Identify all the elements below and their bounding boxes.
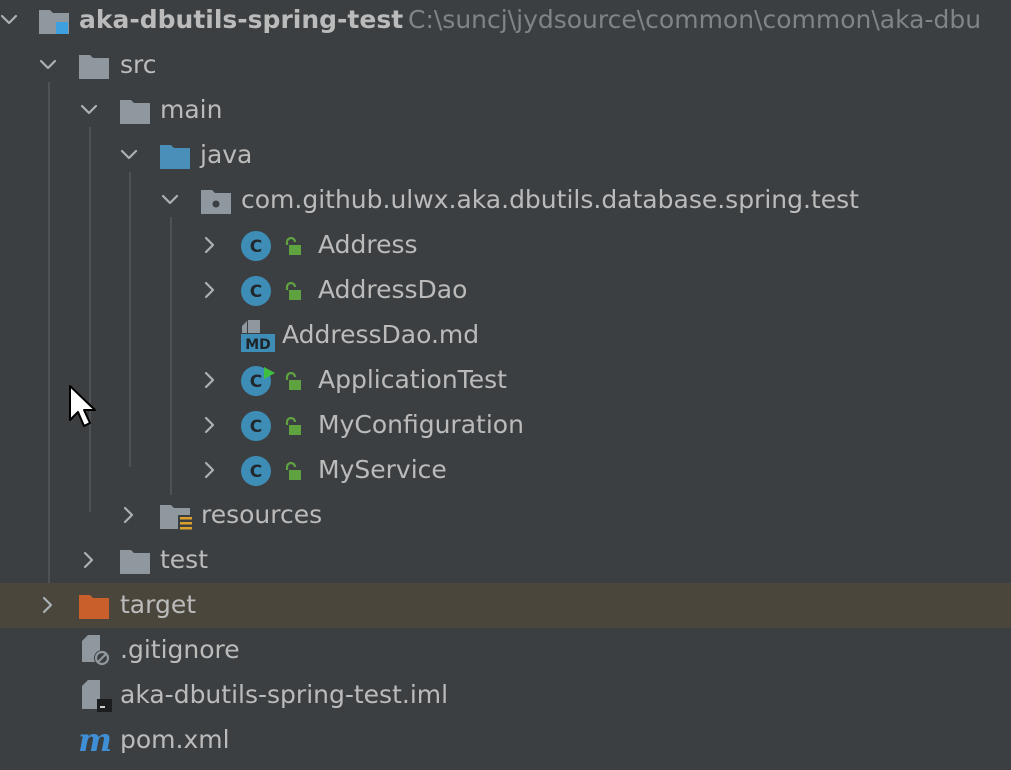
tree-label-main: main [160, 95, 223, 124]
source-folder-icon [159, 141, 191, 171]
tree-row-my-service[interactable]: C MyService [0, 448, 1011, 493]
tree-label-src: src [120, 50, 157, 79]
chevron-right-icon[interactable] [39, 596, 57, 614]
tree-row-package[interactable]: com.github.ulwx.aka.dbutils.database.spr… [0, 178, 1011, 223]
tree-label-address: Address [318, 230, 418, 259]
tree-row-iml-file[interactable]: aka-dbutils-spring-test.iml [0, 673, 1011, 718]
tree-row-project-root[interactable]: aka-dbutils-spring-test C:\suncj\jydsour… [0, 0, 1011, 43]
tree-label-iml-file: aka-dbutils-spring-test.iml [120, 680, 449, 709]
package-icon [201, 190, 231, 214]
svg-text:m: m [78, 723, 112, 757]
class-icon: C [241, 411, 271, 441]
folder-icon [119, 96, 151, 126]
excluded-folder-icon [78, 591, 110, 621]
module-folder-icon [39, 10, 69, 34]
tree-label-java: java [200, 140, 253, 169]
chevron-down-icon[interactable] [39, 56, 57, 74]
project-path: C:\suncj\jydsource\common\common\aka-dbu [408, 5, 982, 34]
resources-folder-icon [160, 505, 193, 532]
tree-label-target: target [120, 590, 197, 619]
lock-icon [281, 371, 301, 391]
lock-icon [281, 416, 301, 436]
svg-text:C: C [250, 462, 262, 482]
chevron-right-icon[interactable] [201, 416, 219, 434]
tree-label-package: com.github.ulwx.aka.dbutils.database.spr… [241, 185, 859, 214]
tree-row-main[interactable]: main [0, 88, 1011, 133]
chevron-right-icon[interactable] [201, 371, 219, 389]
svg-text:C: C [250, 282, 262, 302]
svg-text:C: C [250, 372, 262, 392]
lock-icon [281, 236, 301, 256]
tree-row-resources[interactable]: resources [0, 493, 1011, 538]
folder-icon [119, 546, 151, 576]
tree-row-gitignore[interactable]: .gitignore [0, 628, 1011, 673]
tree-label-pom: pom.xml [120, 725, 230, 754]
tree-row-java[interactable]: java [0, 133, 1011, 178]
chevron-down-icon[interactable] [161, 191, 179, 209]
tree-row-pom[interactable]: m pom.xml [0, 718, 1011, 763]
svg-text:MD: MD [245, 337, 271, 353]
tree-label-application-test: ApplicationTest [318, 365, 507, 394]
svg-text:C: C [250, 237, 262, 257]
ignore-file-icon [82, 635, 110, 666]
module-file-icon [82, 680, 112, 712]
test-class-icon: C [241, 366, 275, 396]
class-icon: C [241, 276, 271, 306]
lock-icon [281, 461, 301, 481]
tree-label-my-service: MyService [318, 455, 447, 484]
chevron-right-icon[interactable] [120, 506, 138, 524]
class-icon: C [241, 456, 271, 486]
tree-label-address-dao: AddressDao [318, 275, 468, 304]
markdown-file-icon: MD [241, 320, 275, 353]
folder-icon [78, 51, 110, 81]
tree-row-my-configuration[interactable]: C MyConfiguration [0, 403, 1011, 448]
chevron-down-icon[interactable] [0, 11, 18, 29]
chevron-down-icon[interactable] [120, 146, 138, 164]
project-tree: aka-dbutils-spring-test C:\suncj\jydsour… [0, 0, 1011, 770]
lock-icon [281, 281, 301, 301]
tree-row-address-dao[interactable]: C AddressDao [0, 268, 1011, 313]
chevron-right-icon[interactable] [201, 236, 219, 254]
tree-row-application-test[interactable]: C ApplicationTest [0, 358, 1011, 403]
tree-row-address[interactable]: C Address [0, 223, 1011, 268]
tree-label-resources: resources [201, 500, 323, 529]
tree-row-test[interactable]: test [0, 538, 1011, 583]
tree-label-markdown-file: AddressDao.md [282, 320, 480, 349]
tree-row-src[interactable]: src [0, 43, 1011, 88]
svg-text:C: C [250, 417, 262, 437]
class-icon: C [241, 231, 271, 261]
tree-label-my-configuration: MyConfiguration [318, 410, 524, 439]
chevron-right-icon[interactable] [201, 281, 219, 299]
chevron-right-icon[interactable] [201, 461, 219, 479]
chevron-down-icon[interactable] [80, 101, 98, 119]
mouse-cursor-icon [69, 385, 96, 427]
project-name: aka-dbutils-spring-test [79, 5, 404, 34]
tree-label-gitignore: .gitignore [120, 635, 240, 664]
tree-label-test: test [160, 545, 209, 574]
maven-icon: m [78, 723, 112, 757]
tree-row-markdown-file[interactable]: MD AddressDao.md [0, 313, 1011, 358]
tree-row-target[interactable]: target [0, 583, 1011, 628]
chevron-right-icon[interactable] [80, 551, 98, 569]
